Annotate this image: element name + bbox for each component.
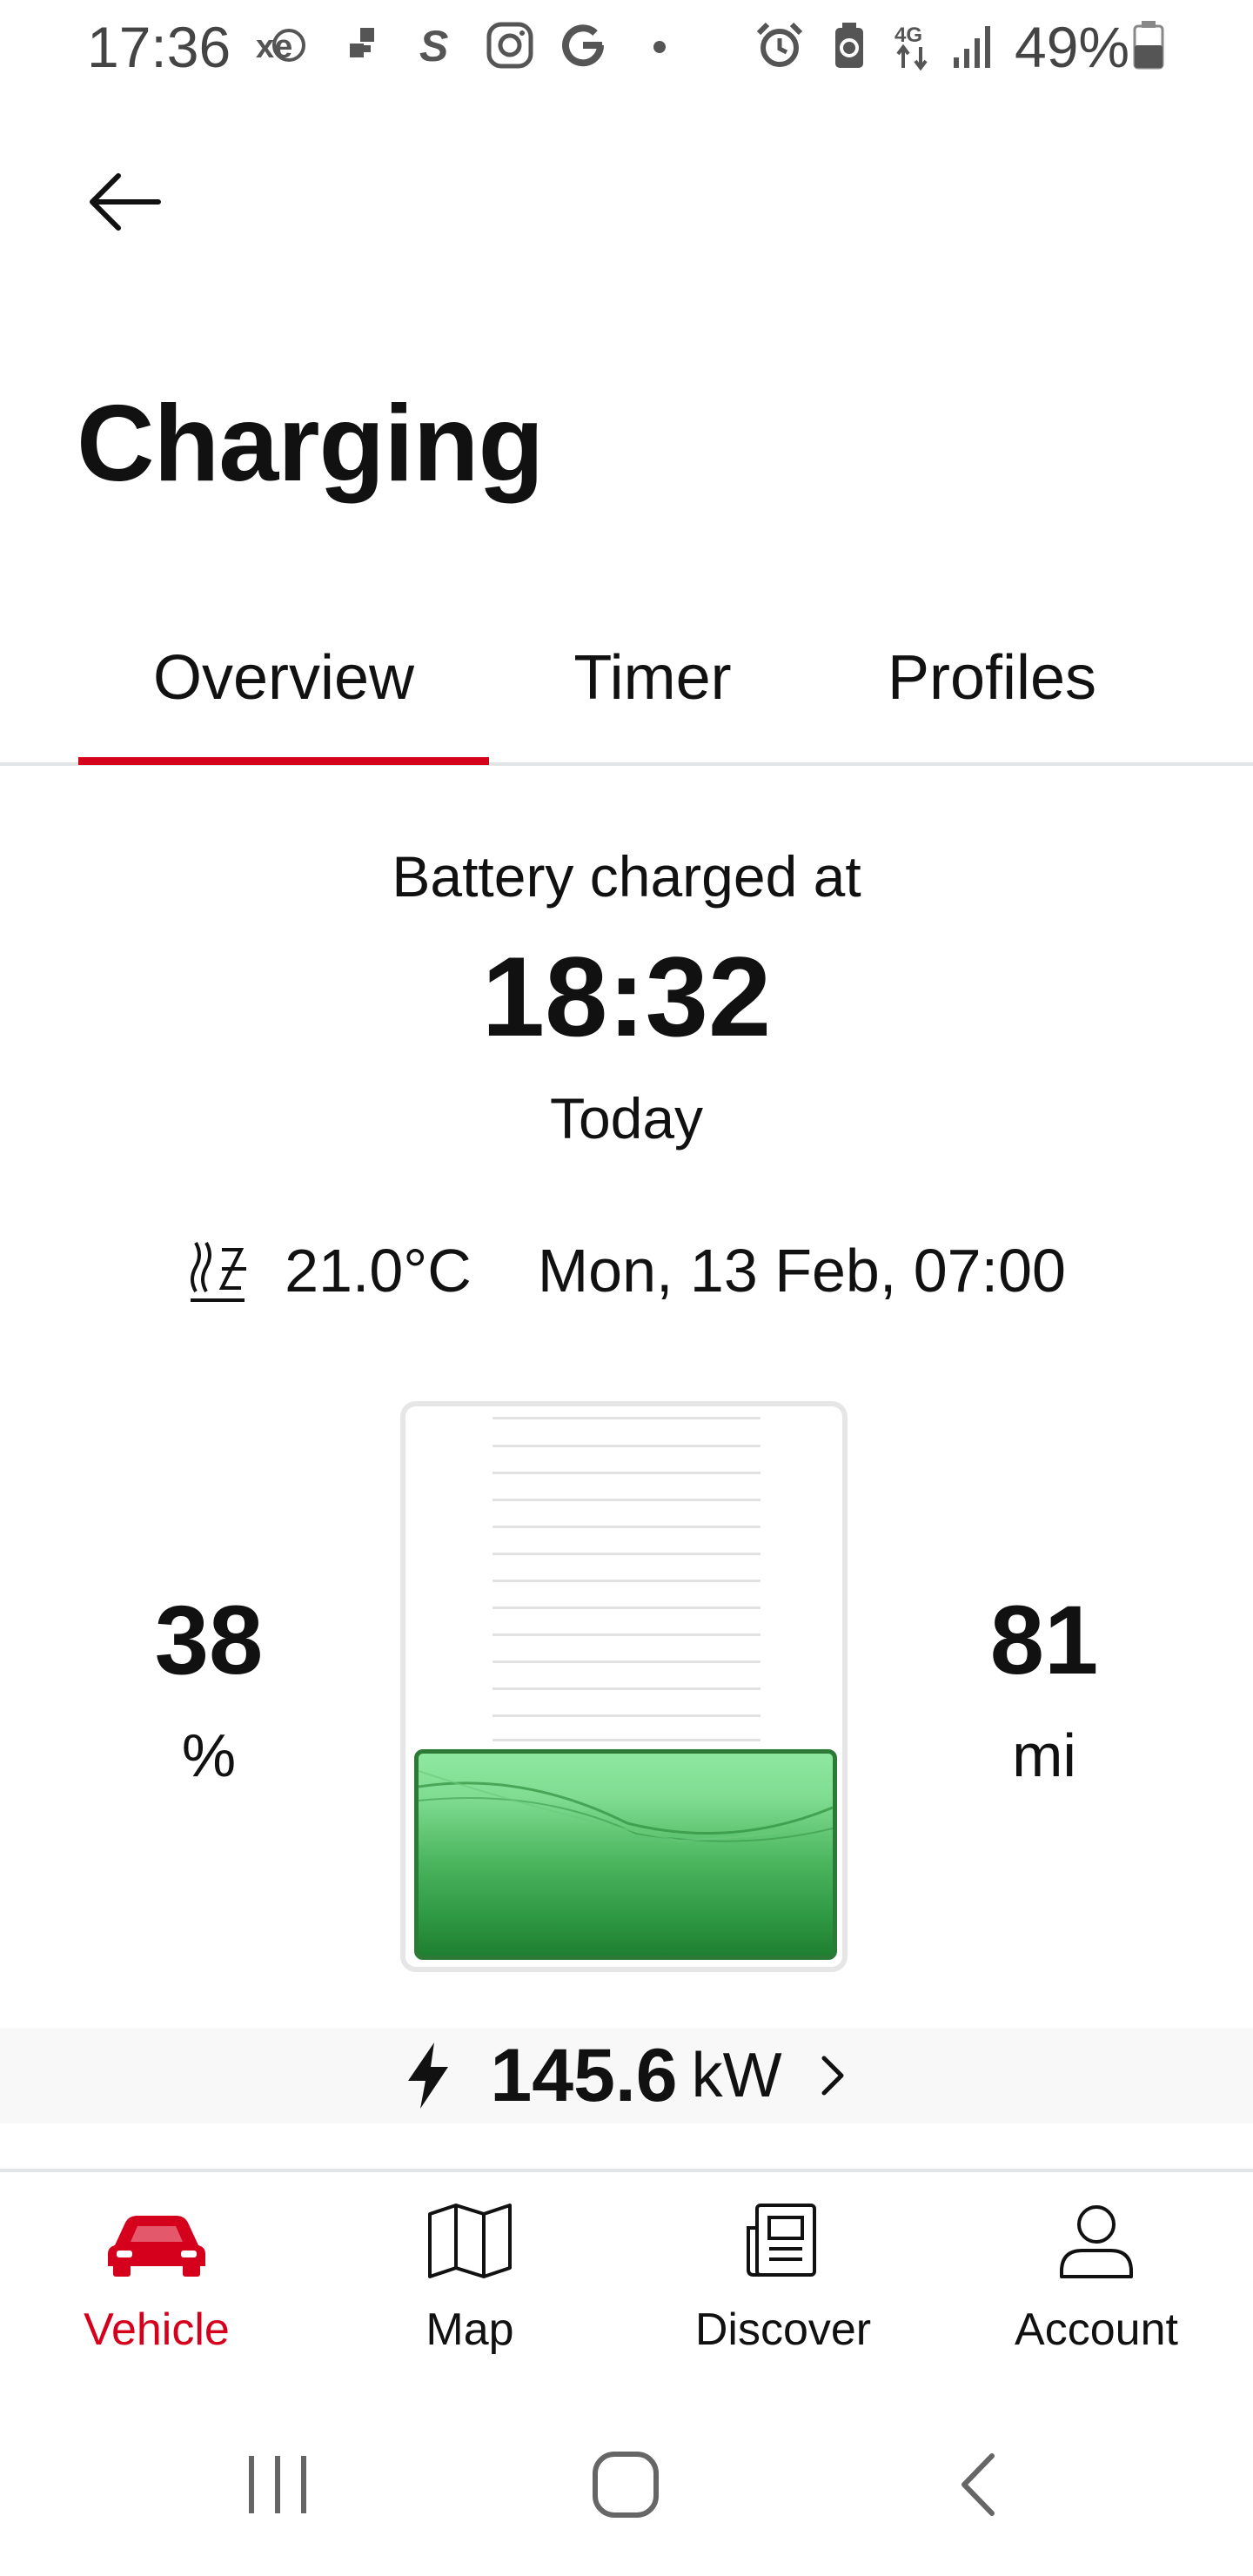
charging-power-unit: kW [691,2041,782,2110]
gauge-line [492,1580,761,1582]
user-icon [1060,2205,1133,2278]
svg-text:S: S [419,22,448,70]
gauge-line [492,1633,761,1636]
nav-account-label: Account [1015,2304,1178,2355]
dot-icon [653,41,666,53]
charging-power-value: 145.6 [490,2033,678,2117]
tab-timer[interactable]: Timer [522,630,783,726]
nav-vehicle[interactable]: Vehicle [26,2202,287,2376]
departure-time: Mon, 13 Feb, 07:00 [537,1237,1066,1305]
xe-icon: xe [256,29,305,65]
bottom-nav-divider [0,2169,1253,2172]
gauge-line [492,1553,761,1555]
nav-vehicle-label: Vehicle [84,2304,230,2355]
charging-power-row[interactable]: 145.6 kW [0,2028,1253,2123]
battery-percent: 49% [1015,15,1130,79]
gauge-line [492,1499,761,1501]
state-of-charge-unit: % [181,1721,237,1789]
svg-text:4G: 4G [895,23,922,47]
gauge-line [492,1526,761,1528]
state-of-charge-value: 38 [154,1586,264,1694]
battery-saver-icon [835,23,863,68]
charged-time: 18:32 [481,933,772,1060]
back-button[interactable] [80,158,176,254]
page-title: Charging [77,384,544,504]
range-value: 81 [989,1586,1099,1694]
charged-label: Battery charged at [392,844,861,909]
tab-overview[interactable]: Overview [78,630,489,726]
car-icon [108,2216,205,2277]
climate-icon [191,1242,247,1302]
range-unit: mi [1012,1721,1076,1789]
4g-icon: 4G [895,23,928,71]
gauge-line [492,1607,761,1609]
nav-account[interactable]: Account [966,2202,1227,2376]
wave-graphic [419,1770,833,1842]
system-back-button[interactable] [948,2445,1009,2524]
slack-icon [350,28,374,57]
nav-discover[interactable]: Discover [653,2202,914,2376]
climate-row[interactable]: 21.0°C Mon, 13 Feb, 07:00 [0,1227,1253,1314]
google-icon [562,24,605,67]
status-time: 17:36 [87,15,231,79]
charged-day: Today [549,1086,704,1150]
bolt-icon [408,2043,449,2109]
gauge-line [492,1660,761,1663]
alarm-icon [756,22,803,67]
gauge-line [492,1739,761,1741]
gauge-line [492,1687,761,1690]
gauge-line [492,1472,761,1474]
arrow-left-icon [90,173,161,231]
gauge-line [492,1445,761,1447]
active-tab-indicator [78,757,489,765]
signal-icon [954,26,990,68]
map-icon [428,2204,512,2278]
newspaper-icon [747,2204,816,2277]
chevron-right-icon [821,2056,844,2096]
nav-discover-label: Discover [694,2304,872,2355]
battery-icon [1133,21,1164,70]
temperature-value: 21.0°C [285,1237,472,1305]
recent-apps-button[interactable] [244,2445,313,2524]
home-button[interactable] [588,2445,667,2524]
battery-fill-level [414,1749,837,1960]
instagram-icon [486,22,533,69]
s-icon: S [419,22,448,70]
tab-profiles[interactable]: Profiles [835,630,1149,726]
gauge-line [492,1417,761,1419]
gauge-line [492,1714,761,1717]
nav-map-label: Map [425,2304,514,2355]
nav-map[interactable]: Map [339,2202,600,2376]
